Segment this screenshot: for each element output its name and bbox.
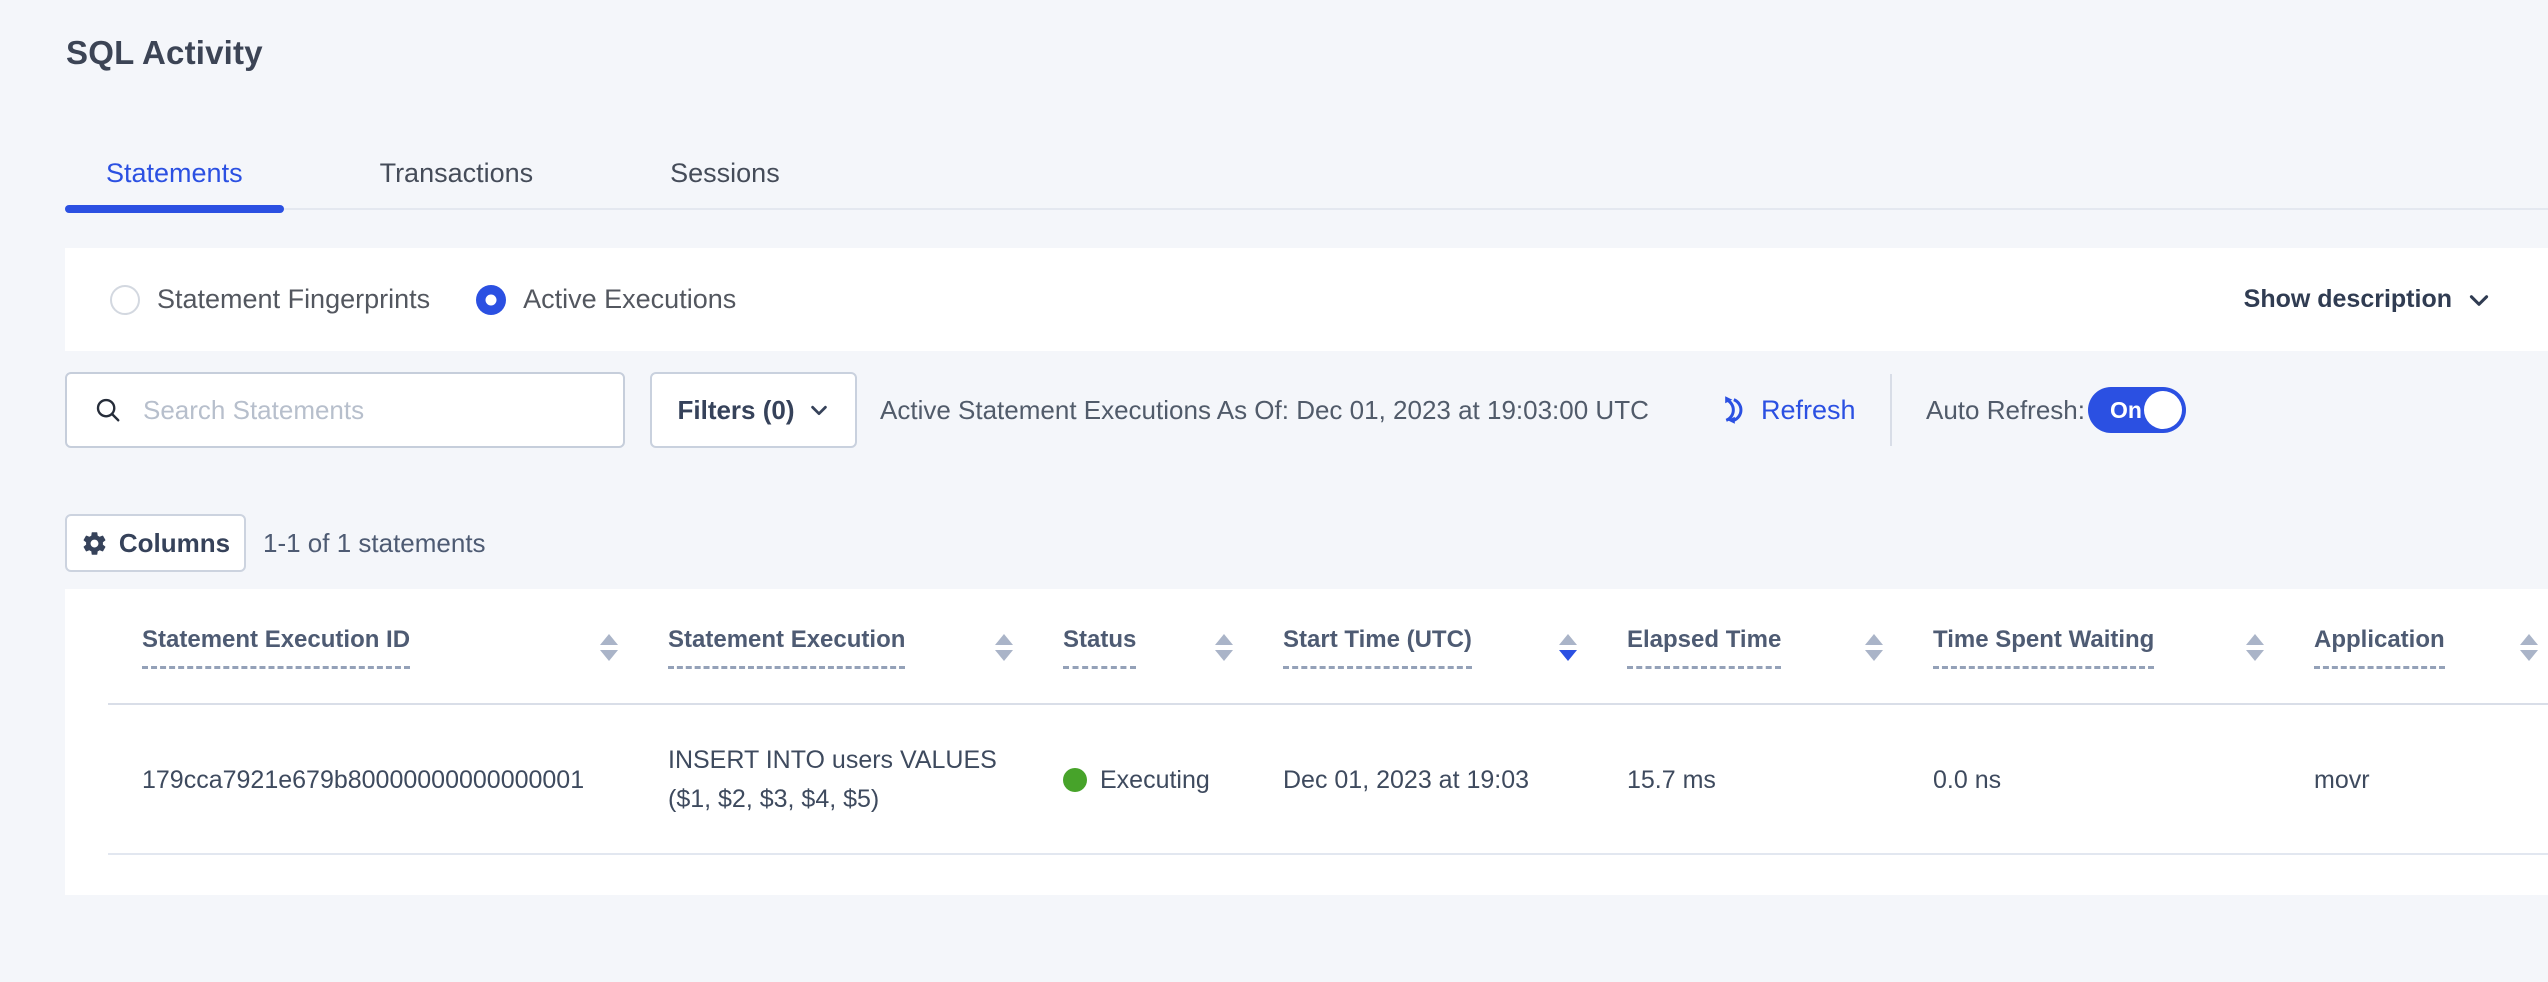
refresh-button[interactable]: Refresh — [1712, 372, 1856, 448]
toggle-state-label: On — [2110, 387, 2142, 433]
chevron-down-icon — [2466, 287, 2492, 313]
cell-statement-execution-id: 179cca7921e679b80000000000000001 — [65, 766, 668, 795]
tab-sessions[interactable]: Sessions — [629, 138, 821, 208]
cell-start-time: Dec 01, 2023 at 19:03 — [1283, 766, 1627, 795]
show-description-label: Show description — [2244, 285, 2452, 314]
table-row[interactable]: 179cca7921e679b80000000000000001 INSERT … — [65, 705, 2548, 855]
cell-elapsed-time: 15.7 ms — [1627, 766, 1933, 795]
filters-button[interactable]: Filters (0) — [650, 372, 857, 448]
column-header-label[interactable]: Elapsed Time — [1627, 626, 1781, 669]
page-title: SQL Activity — [66, 34, 263, 72]
column-header-statement-execution[interactable]: Statement Execution — [668, 626, 1063, 669]
sort-icon[interactable] — [995, 634, 1013, 661]
sort-icon[interactable] — [1215, 634, 1233, 661]
view-mode-panel: Statement Fingerprints Active Executions… — [65, 248, 2548, 351]
column-header-label[interactable]: Statement Execution — [668, 626, 905, 669]
table-header-row: Statement Execution ID Statement Executi… — [65, 589, 2548, 705]
search-input[interactable] — [143, 395, 603, 426]
cell-statement-execution: INSERT INTO users VALUES ($1, $2, $3, $4… — [668, 741, 1063, 819]
column-header-time-spent-waiting[interactable]: Time Spent Waiting — [1933, 626, 2314, 669]
sql-activity-tabs: Statements Transactions Sessions — [65, 138, 2548, 210]
radio-label[interactable]: Active Executions — [523, 284, 736, 315]
gear-icon — [81, 530, 108, 557]
columns-label: Columns — [119, 528, 230, 559]
statements-table: Statement Execution ID Statement Executi… — [65, 589, 2548, 895]
show-description-toggle[interactable]: Show description — [2244, 248, 2492, 351]
cell-time-spent-waiting: 0.0 ns — [1933, 766, 2314, 795]
radio-active-executions[interactable]: Active Executions — [476, 284, 736, 315]
status-dot-icon — [1063, 768, 1087, 792]
sort-icon[interactable] — [2520, 634, 2538, 661]
column-header-statement-execution-id[interactable]: Statement Execution ID — [65, 626, 668, 669]
tab-statements[interactable]: Statements — [65, 138, 284, 208]
tab-transactions[interactable]: Transactions — [339, 138, 575, 208]
radio-unselected-icon[interactable] — [110, 285, 140, 315]
sort-icon[interactable] — [1559, 634, 1577, 661]
toggle-knob[interactable] — [2144, 391, 2182, 429]
as-of-timestamp: Active Statement Executions As Of: Dec 0… — [880, 372, 1649, 448]
column-header-label[interactable]: Application — [2314, 626, 2445, 669]
radio-label[interactable]: Statement Fingerprints — [157, 284, 430, 315]
column-header-label[interactable]: Time Spent Waiting — [1933, 626, 2154, 669]
cell-status: Executing — [1063, 766, 1283, 795]
sort-icon[interactable] — [2246, 634, 2264, 661]
column-header-label[interactable]: Statement Execution ID — [142, 626, 410, 669]
auto-refresh-label: Auto Refresh: — [1926, 372, 2085, 448]
column-header-application[interactable]: Application — [2314, 626, 2548, 669]
refresh-label[interactable]: Refresh — [1761, 395, 1856, 426]
statements-toolbar: Filters (0) Active Statement Executions … — [0, 372, 2548, 448]
column-header-label[interactable]: Start Time (UTC) — [1283, 626, 1472, 669]
radio-selected-icon[interactable] — [476, 285, 506, 315]
cell-application: movr — [2314, 766, 2548, 795]
sort-icon[interactable] — [1865, 634, 1883, 661]
column-header-start-time[interactable]: Start Time (UTC) — [1283, 626, 1627, 669]
column-header-label[interactable]: Status — [1063, 626, 1136, 669]
filters-label: Filters (0) — [677, 395, 794, 426]
columns-button[interactable]: Columns — [65, 514, 246, 572]
auto-refresh-toggle[interactable]: On — [2088, 387, 2186, 433]
chevron-down-icon — [808, 399, 830, 421]
status-label: Executing — [1100, 766, 1210, 795]
result-count: 1-1 of 1 statements — [263, 514, 486, 572]
column-header-status[interactable]: Status — [1063, 626, 1283, 669]
column-header-elapsed-time[interactable]: Elapsed Time — [1627, 626, 1933, 669]
statement-text: INSERT INTO users VALUES ($1, $2, $3, $4… — [668, 741, 1063, 819]
toolbar-divider — [1890, 374, 1892, 446]
radio-statement-fingerprints[interactable]: Statement Fingerprints — [110, 284, 430, 315]
sort-icon[interactable] — [600, 634, 618, 661]
refresh-icon — [1712, 392, 1748, 428]
search-icon — [93, 395, 123, 425]
search-box[interactable] — [65, 372, 625, 448]
